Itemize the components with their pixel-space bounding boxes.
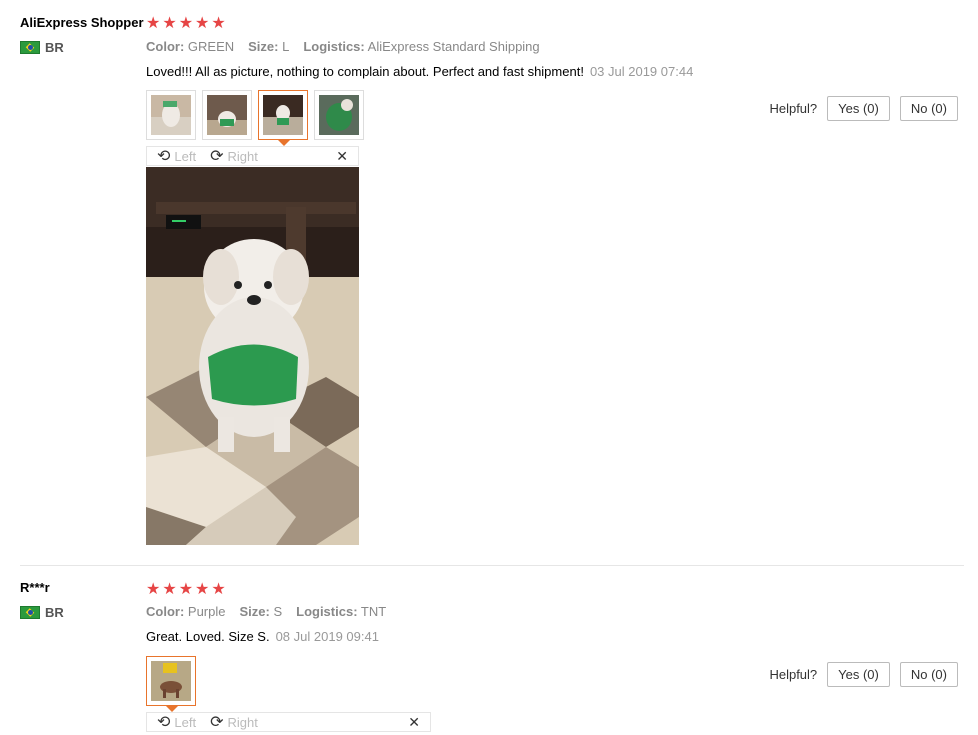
image-toolbar: ⟲ Left ⟳ Right ✕ [146,712,431,732]
rotate-left-icon: ⟲ [157,148,171,165]
review-date: 03 Jul 2019 07:44 [589,64,694,79]
helpful-yes-button[interactable]: Yes (0) [827,96,890,121]
star-icon: ★ [195,581,210,598]
brazil-flag-icon [20,606,40,619]
color-attr: Color: Purple [146,604,226,619]
star-icon: ★ [146,581,161,598]
review-text: Loved!!! All as picture, nothing to comp… [146,64,694,79]
country-code: BR [45,605,64,620]
photo-thumbnail-selected[interactable] [258,90,308,146]
image-toolbar: ⟲ Left ⟳ Right ✕ [146,146,359,166]
helpful-section: Helpful? Yes (0) No (0) [769,662,958,687]
close-icon[interactable]: ✕ [408,714,420,731]
helpful-label: Helpful? [769,101,818,116]
review-photo-large [146,167,359,545]
rotate-left-icon: ⟲ [157,714,171,731]
helpful-yes-button[interactable]: Yes (0) [827,662,890,687]
photo-thumbnails [146,90,364,146]
logistics-attr: Logistics: AliExpress Standard Shipping [303,39,540,54]
rotate-right-button[interactable]: ⟳ Right [210,712,258,732]
order-attributes: Color: Purple Size: S Logistics: TNT [146,604,386,619]
review-text: Great. Loved. Size S. 08 Jul 2019 09:41 [146,629,379,644]
star-icon: ★ [211,581,226,598]
rotate-left-button[interactable]: ⟲ Left [157,146,196,166]
helpful-no-button[interactable]: No (0) [899,662,958,687]
size-attr: Size: L [248,39,290,54]
rotate-left-button[interactable]: ⟲ Left [157,712,196,732]
reviewer-country: BR [20,605,64,620]
star-rating: ★ ★ ★ ★ ★ [146,579,226,599]
star-icon: ★ [146,15,161,32]
country-code: BR [45,40,64,55]
helpful-no-button[interactable]: No (0) [899,96,958,121]
star-icon: ★ [162,15,177,32]
star-rating: ★ ★ ★ ★ ★ [146,13,226,33]
photo-thumbnail-selected[interactable] [146,656,196,712]
reviewer-name: AliExpress Shopper [20,15,144,30]
star-icon: ★ [211,15,226,32]
color-attr: Color: GREEN [146,39,235,54]
close-icon[interactable]: ✕ [336,148,348,165]
rotate-right-icon: ⟳ [210,714,224,731]
star-icon: ★ [178,15,194,32]
reviewer-name: R***r [20,580,50,595]
photo-thumbnail[interactable] [314,90,364,140]
helpful-label: Helpful? [769,667,818,682]
reviewer-country: BR [20,40,64,55]
star-icon: ★ [178,581,194,598]
size-attr: Size: S [239,604,283,619]
brazil-flag-icon [20,41,40,54]
photo-thumbnails [146,656,196,712]
photo-thumbnail[interactable] [146,90,196,140]
rotate-right-button[interactable]: ⟳ Right [210,146,258,166]
review-item: AliExpress Shopper BR ★ ★ ★ ★ ★ Color: G… [0,0,978,565]
review-date: 08 Jul 2019 09:41 [275,629,379,644]
star-icon: ★ [162,581,177,598]
photo-thumbnail[interactable] [202,90,252,140]
helpful-section: Helpful? Yes (0) No (0) [769,96,958,121]
logistics-attr: Logistics: TNT [296,604,387,619]
review-item: R***r BR ★ ★ ★ ★ ★ Color: Purple Size: S… [20,565,964,735]
rotate-right-icon: ⟳ [210,148,224,165]
star-icon: ★ [195,15,210,32]
order-attributes: Color: GREEN Size: L Logistics: AliExpre… [146,39,540,54]
